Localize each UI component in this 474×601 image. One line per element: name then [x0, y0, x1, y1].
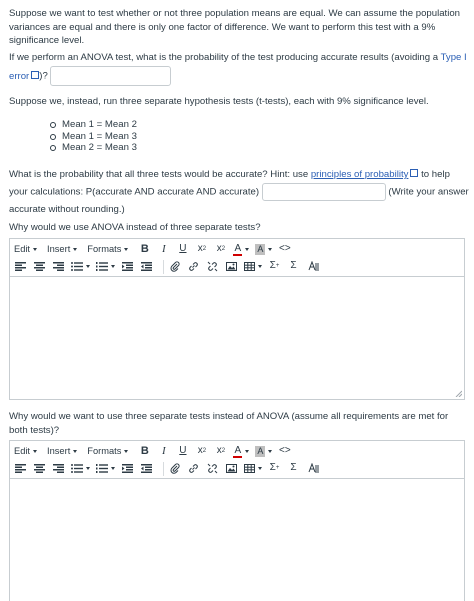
external-link-icon [410, 169, 419, 177]
bullet-list-icon[interactable] [71, 461, 90, 476]
formats-menu[interactable]: Formats [87, 243, 129, 256]
text-direction-icon[interactable] [306, 461, 319, 476]
answer-input-1[interactable] [50, 66, 172, 86]
list-item: Mean 2 = Mean 3 [50, 142, 137, 154]
align-center-icon[interactable] [33, 461, 46, 476]
indent-icon[interactable] [121, 461, 134, 476]
rich-text-editor-1: Edit Insert Formats B I U x2 x2 A A <> Σ… [9, 238, 465, 400]
align-center-icon[interactable] [33, 259, 46, 274]
italic-button[interactable]: I [157, 242, 170, 257]
sigma-icon[interactable]: Σ [287, 259, 300, 274]
align-left-icon[interactable] [14, 259, 27, 274]
insert-menu[interactable]: Insert [47, 445, 78, 458]
intro-text: Suppose we want to test whether or not t… [9, 8, 461, 47]
principles-of-probability-link[interactable]: principles of probability [311, 169, 409, 180]
bold-button[interactable]: B [138, 242, 151, 257]
list-item: Mean 1 = Mean 2 [50, 119, 137, 131]
html-view-button[interactable]: <> [278, 444, 291, 459]
align-left-icon[interactable] [14, 461, 27, 476]
editor-toolbar: Edit Insert Formats B I U x2 x2 A A <> Σ… [10, 239, 464, 277]
question-5-text: Why would we want to use three separate … [9, 411, 449, 436]
editor-content-area[interactable] [10, 479, 464, 601]
attachment-icon[interactable] [168, 461, 181, 476]
subscript-button[interactable]: x2 [195, 444, 208, 459]
bullet-list-icon[interactable] [71, 259, 90, 274]
list-item: Mean 1 = Mean 3 [50, 131, 137, 143]
quiz-page: Suppose we want to test whether or not t… [0, 0, 474, 601]
edit-menu[interactable]: Edit [14, 243, 38, 256]
outdent-icon[interactable] [140, 259, 153, 274]
answer-input-2[interactable] [261, 183, 386, 201]
align-right-icon[interactable] [52, 259, 65, 274]
font-color-button[interactable]: A [233, 444, 250, 459]
sigma-icon[interactable]: Σ [287, 461, 300, 476]
italic-button[interactable]: I [157, 444, 170, 459]
text-direction-icon[interactable] [306, 259, 319, 274]
numbered-list-icon[interactable] [96, 461, 115, 476]
edit-menu[interactable]: Edit [14, 445, 38, 458]
attachment-icon[interactable] [168, 259, 181, 274]
question-4-text: Why would we use ANOVA instead of three … [9, 222, 261, 233]
rich-text-editor-2: Edit Insert Formats B I U x2 x2 A A <> Σ… [9, 440, 465, 601]
highlight-color-button[interactable]: A [255, 444, 273, 459]
link-icon[interactable] [187, 259, 200, 274]
outdent-icon[interactable] [140, 461, 153, 476]
table-icon[interactable] [244, 259, 262, 274]
underline-button[interactable]: U [176, 242, 189, 257]
bold-button[interactable]: B [138, 444, 151, 459]
unlink-icon[interactable] [206, 461, 219, 476]
unlink-icon[interactable] [206, 259, 219, 274]
insert-menu[interactable]: Insert [47, 243, 78, 256]
superscript-button[interactable]: x2 [214, 444, 227, 459]
underline-button[interactable]: U [176, 444, 189, 459]
table-icon[interactable] [244, 461, 262, 476]
link-icon[interactable] [187, 461, 200, 476]
equation-icon[interactable]: Σ + [268, 461, 281, 476]
toolbar-separator [163, 259, 164, 274]
html-view-button[interactable]: <> [278, 242, 291, 257]
equation-icon[interactable]: Σ + [268, 259, 281, 274]
resize-handle-icon[interactable] [455, 390, 462, 397]
question-1: If we perform an ANOVA test, what is the… [9, 50, 467, 86]
font-color-button[interactable]: A [233, 242, 250, 257]
hypothesis-list: Mean 1 = Mean 2 Mean 1 = Mean 3 Mean 2 =… [50, 119, 137, 154]
image-icon[interactable] [225, 461, 238, 476]
highlight-color-button[interactable]: A [255, 242, 273, 257]
indent-icon[interactable] [121, 259, 134, 274]
subscript-button[interactable]: x2 [195, 242, 208, 257]
image-icon[interactable] [225, 259, 238, 274]
editor-content-area[interactable] [10, 277, 464, 400]
question-2-text: Suppose we, instead, run three separate … [9, 96, 429, 107]
toolbar-separator [163, 461, 164, 476]
question-3: What is the probability that all three t… [9, 169, 469, 215]
superscript-button[interactable]: x2 [214, 242, 227, 257]
editor-toolbar: Edit Insert Formats B I U x2 x2 A A <> Σ… [10, 441, 464, 479]
align-right-icon[interactable] [52, 461, 65, 476]
external-link-icon [31, 70, 40, 79]
numbered-list-icon[interactable] [96, 259, 115, 274]
formats-menu[interactable]: Formats [87, 445, 129, 458]
